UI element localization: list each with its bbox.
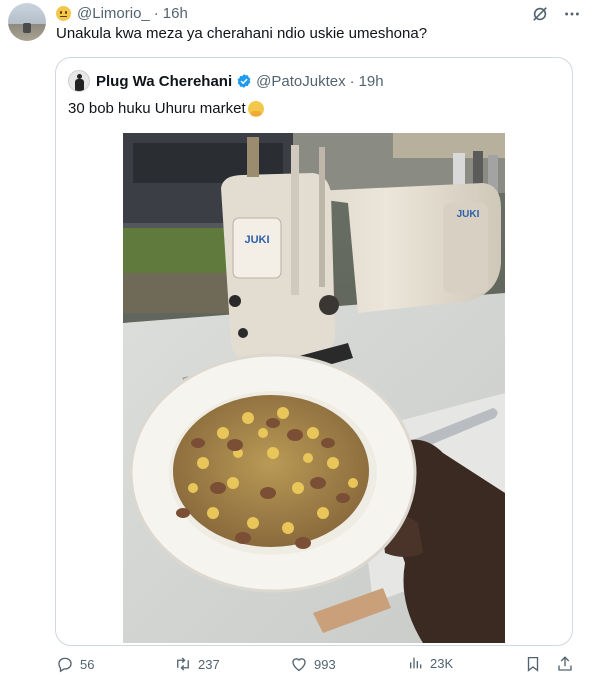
reply-count: 56 — [80, 656, 95, 672]
quoted-author-avatar — [68, 70, 90, 92]
separator-dot: · — [349, 72, 355, 90]
quoted-author-handle: @PatoJuktex — [256, 72, 346, 90]
tweet-time[interactable]: 16h — [163, 5, 188, 22]
retweet-count: 237 — [198, 656, 220, 672]
bookmark-button[interactable] — [524, 655, 548, 673]
reply-icon — [58, 657, 72, 673]
quoted-tweet-time: 19h — [358, 72, 384, 90]
tweet-text: Unakula kwa meza ya cherahani ndio uskie… — [56, 25, 428, 42]
share-button[interactable] — [556, 655, 580, 673]
quoted-tweet-photo[interactable]: JUKI JUKI — [123, 133, 505, 643]
separator-dot: · — [153, 4, 159, 22]
like-button[interactable]: 993 — [290, 655, 336, 673]
tweet-actions-bar: 56 237 993 23K — [0, 652, 598, 680]
share-icon — [558, 656, 572, 671]
like-icon — [292, 658, 306, 672]
views-count: 23K — [430, 655, 454, 671]
quoted-tweet-text-row: 30 bob huku Uhuru market — [68, 100, 264, 117]
tweet-top-icons — [530, 4, 582, 24]
quoted-tweet-text: 30 bob huku Uhuru market — [68, 100, 246, 117]
author-avatar[interactable] — [8, 3, 46, 41]
machine-arm-brand-label: JUKI — [457, 209, 480, 220]
more-icon[interactable] — [562, 4, 582, 24]
quoted-author-name: Plug Wa Cherehani — [96, 72, 233, 90]
quoted-tweet-header: Plug Wa Cherehani @PatoJuktex · 19h — [68, 70, 384, 92]
views-button[interactable]: 23K — [408, 655, 453, 671]
neutral-face-emoji-icon — [56, 5, 71, 21]
quoted-tweet-card[interactable]: Plug Wa Cherehani @PatoJuktex · 19h 30 b… — [55, 57, 573, 646]
hugging-face-emoji-icon — [247, 100, 264, 117]
reply-button[interactable]: 56 — [56, 655, 94, 673]
verified-icon — [237, 74, 251, 88]
like-count: 993 — [314, 656, 336, 672]
tweet-header: @Limorio_ · 16h — [56, 4, 188, 22]
author-handle[interactable]: @Limorio_ — [77, 5, 150, 22]
machine-brand-label: JUKI — [244, 234, 269, 246]
views-icon — [410, 657, 422, 669]
bookmark-icon — [527, 656, 539, 672]
retweet-icon — [177, 657, 189, 671]
grok-icon[interactable] — [530, 4, 550, 24]
retweet-button[interactable]: 237 — [174, 655, 220, 673]
